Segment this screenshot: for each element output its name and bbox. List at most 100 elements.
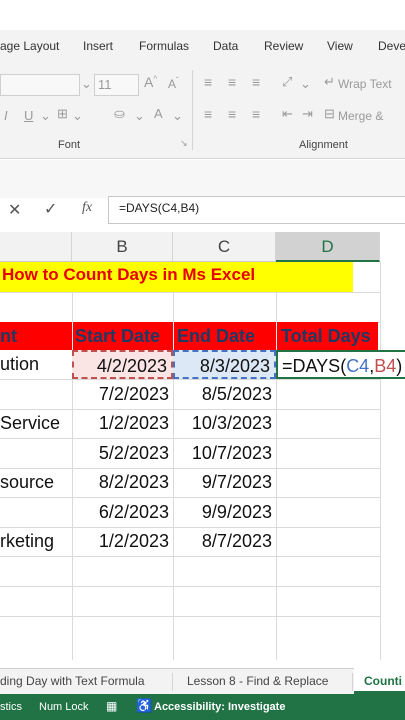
sheet-tab-lesson8[interactable]: Lesson 8 - Find & Replace — [187, 674, 328, 688]
cell-department[interactable] — [0, 498, 72, 527]
gridline — [380, 262, 381, 660]
cell-end-date[interactable]: 9/7/2023 — [173, 468, 276, 497]
header-row: nt Start Date End Date Total Days — [0, 322, 378, 350]
gridline — [276, 322, 277, 350]
decrease-indent-icon[interactable]: ⇤ — [282, 106, 293, 122]
cell-start-date[interactable]: 7/2/2023 — [72, 380, 173, 409]
cell-department[interactable]: ution — [0, 350, 72, 379]
header-start-date[interactable]: Start Date — [75, 322, 160, 351]
fill-dropdown-icon[interactable]: ⌄ — [134, 108, 145, 124]
cell-start-date[interactable]: 5/2/2023 — [72, 439, 173, 468]
tab-view[interactable]: View — [327, 39, 353, 53]
cell-start-date[interactable]: 8/2/2023 — [72, 468, 173, 497]
header-total-days[interactable]: Total Days — [281, 322, 371, 351]
italic-icon[interactable]: I — [4, 108, 8, 123]
cell-end-date[interactable]: 9/9/2023 — [173, 498, 276, 527]
tab-data[interactable]: Data — [213, 39, 238, 53]
decrease-font-icon[interactable]: Aˇ — [168, 76, 179, 91]
title-cell[interactable]: How to Count Days in Ms Excel — [0, 262, 353, 292]
formula-text: =DAYS(C4,B4) — [119, 201, 200, 215]
increase-font-icon[interactable]: A^ — [144, 74, 157, 90]
gridline — [0, 616, 380, 617]
tab-page-layout[interactable]: age Layout — [0, 39, 59, 53]
align-bottom-icon[interactable]: ≡ — [252, 74, 260, 90]
group-divider — [192, 70, 193, 150]
cell-end-date[interactable]: 10/3/2023 — [173, 409, 276, 438]
cell-start-date[interactable]: 4/2/2023 — [72, 350, 173, 379]
tab-divider — [352, 673, 353, 691]
tab-insert[interactable]: Insert — [83, 39, 113, 53]
underline-icon[interactable]: U — [24, 108, 33, 123]
column-header-a[interactable] — [0, 232, 72, 262]
align-middle-icon[interactable]: ≡ — [228, 74, 236, 90]
gridline — [0, 292, 380, 293]
formula-ref-c4: C4 — [346, 356, 370, 376]
tab-developer[interactable]: Devel — [378, 39, 405, 53]
formula-input[interactable]: =DAYS(C4,B4) — [108, 196, 405, 224]
font-size-box[interactable]: 11 — [94, 74, 139, 96]
tab-divider — [172, 673, 173, 691]
status-accessibility[interactable]: Accessibility: Investigate — [154, 701, 285, 713]
gridline — [173, 322, 174, 350]
underline-dropdown-icon[interactable]: ⌄ — [40, 108, 51, 124]
font-name-box[interactable] — [0, 74, 80, 96]
accessibility-icon[interactable]: ♿ — [136, 698, 152, 714]
cell-department[interactable] — [0, 380, 72, 409]
wrap-text-button[interactable]: Wrap Text — [338, 77, 392, 91]
font-dialog-launcher-icon[interactable]: ↘ — [180, 138, 188, 149]
orientation-icon[interactable]: ⤢ — [282, 74, 292, 90]
sheet-tab-previous[interactable]: ding Day with Text Formula — [0, 674, 145, 688]
cell-start-date[interactable]: 6/2/2023 — [72, 498, 173, 527]
merge-icon[interactable]: ⊟ — [324, 106, 335, 122]
cell-department[interactable]: source — [0, 468, 72, 497]
header-department[interactable]: nt — [0, 322, 17, 351]
tab-review[interactable]: Review — [264, 39, 303, 53]
align-top-icon[interactable]: ≡ — [204, 74, 212, 90]
formula-bar-row — [0, 160, 405, 198]
wrap-text-icon[interactable]: ↵ — [324, 74, 335, 90]
sheet-tab-active[interactable]: Counti — [354, 668, 405, 694]
alignment-group-label: Alignment — [299, 139, 348, 151]
column-header-c[interactable]: C — [173, 232, 276, 262]
status-num-lock: Num Lock — [39, 701, 89, 713]
active-cell-editor[interactable]: =DAYS(C4,B4) — [276, 350, 405, 379]
column-header-d[interactable]: D — [276, 232, 380, 262]
chevron-down-icon[interactable]: ⌄ — [81, 76, 92, 92]
cell-department[interactable] — [0, 439, 72, 468]
cell-end-date[interactable]: 10/7/2023 — [173, 439, 276, 468]
formula-ref-b4: B4 — [374, 356, 397, 376]
cell-end-date[interactable]: 8/5/2023 — [173, 380, 276, 409]
sheet-title: How to Count Days in Ms Excel — [2, 265, 256, 284]
borders-icon[interactable]: ⊞ — [57, 106, 68, 122]
tab-formulas[interactable]: Formulas — [139, 39, 189, 53]
cell-department[interactable]: Service — [0, 409, 72, 438]
font-size-value: 11 — [98, 77, 112, 92]
align-center-icon[interactable]: ≡ — [228, 106, 236, 122]
font-color-dropdown-icon[interactable]: ⌄ — [172, 108, 183, 124]
sheet-tab-active-label: Counti — [364, 674, 402, 688]
cancel-icon[interactable]: ✕ — [8, 200, 21, 220]
align-left-icon[interactable]: ≡ — [204, 106, 212, 122]
enter-icon[interactable]: ✓ — [44, 199, 57, 219]
ribbon-body: ⌄ 11 A^ Aˇ I U ⌄ ⊞ ⌄ ⛀ ⌄ A ⌄ Font ↘ ≡ ≡ … — [0, 62, 405, 159]
macro-record-icon[interactable]: ▦ — [106, 699, 117, 713]
insert-function-icon[interactable]: fx — [82, 200, 92, 216]
align-right-icon[interactable]: ≡ — [252, 106, 260, 122]
fill-color-icon[interactable]: ⛀ — [114, 106, 125, 122]
cell-start-date[interactable]: 1/2/2023 — [72, 409, 173, 438]
increase-indent-icon[interactable]: ⇥ — [302, 106, 313, 122]
cell-start-date[interactable]: 1/2/2023 — [72, 527, 173, 556]
orientation-dropdown-icon[interactable]: ⌄ — [300, 76, 311, 92]
formula-fn-part: =DAYS( — [282, 356, 347, 376]
borders-dropdown-icon[interactable]: ⌄ — [72, 108, 83, 124]
worksheet-grid[interactable]: B C D How to Count Days in Ms Excel nt S… — [0, 232, 405, 660]
font-color-icon[interactable]: A — [154, 106, 163, 121]
cell-end-date[interactable]: 8/3/2023 — [173, 350, 276, 379]
header-end-date[interactable]: End Date — [177, 322, 255, 351]
cell-end-date[interactable]: 8/7/2023 — [173, 527, 276, 556]
merge-button[interactable]: Merge & — [338, 109, 383, 123]
column-header-b[interactable]: B — [72, 232, 173, 262]
cell-department[interactable]: rketing — [0, 527, 72, 556]
formula-close-paren: ) — [396, 356, 403, 376]
status-statistics[interactable]: stics — [0, 701, 22, 713]
